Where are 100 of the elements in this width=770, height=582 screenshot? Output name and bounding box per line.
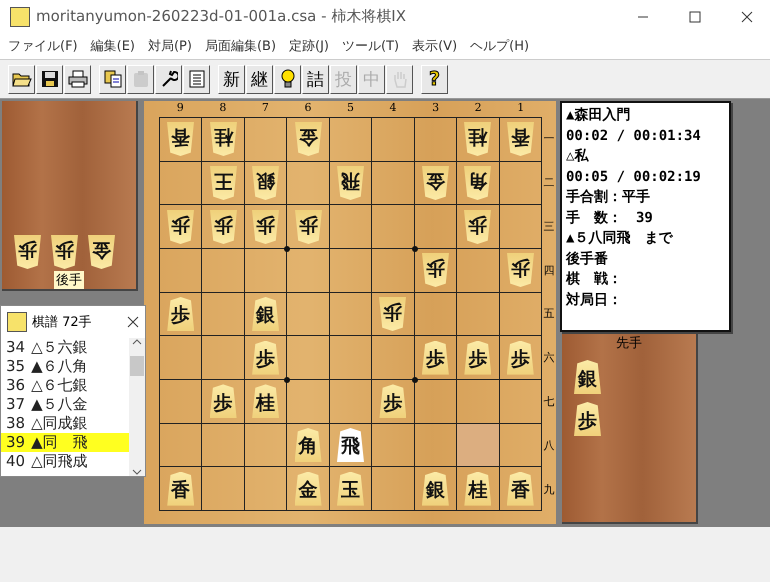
scrollbar[interactable] bbox=[129, 338, 145, 476]
toolbar-button[interactable] bbox=[8, 64, 35, 94]
move-item[interactable]: 35 ▲６八角 bbox=[1, 357, 129, 376]
copy-icon bbox=[104, 70, 122, 88]
shogi-piece[interactable]: 飛 bbox=[336, 428, 364, 462]
shogi-piece[interactable]: 香 bbox=[506, 472, 534, 506]
shogi-piece[interactable]: 歩 bbox=[167, 210, 194, 244]
shogi-piece[interactable]: 歩 bbox=[252, 210, 280, 244]
shogi-piece[interactable]: 金 bbox=[294, 122, 322, 156]
scroll-up-icon[interactable] bbox=[132, 338, 142, 346]
player-label: 後手 bbox=[54, 271, 84, 289]
file-label: 2 bbox=[474, 101, 483, 116]
rank-label: 九 bbox=[542, 482, 556, 497]
star-point-icon bbox=[412, 376, 418, 383]
toolbar-button[interactable] bbox=[183, 64, 210, 94]
shogi-piece[interactable]: 銀 bbox=[422, 472, 449, 506]
info-line: 00:05 / 00:02:19 bbox=[566, 168, 702, 186]
shogi-piece[interactable]: 桂 bbox=[210, 122, 237, 156]
info-line: 後手番 bbox=[566, 250, 609, 268]
shogi-piece[interactable]: 香 bbox=[506, 122, 534, 156]
shogi-piece[interactable]: 歩 bbox=[464, 210, 492, 244]
file-label: 4 bbox=[388, 101, 398, 116]
hand-icon bbox=[392, 70, 408, 88]
light-bulb-icon bbox=[280, 69, 294, 89]
shogi-piece[interactable]: 金 bbox=[422, 166, 449, 200]
info-line: △私 bbox=[566, 147, 590, 166]
shogi-piece[interactable]: 香 bbox=[167, 122, 194, 156]
rank-label: 五 bbox=[542, 306, 556, 322]
menu-item[interactable]: ファイル(F) bbox=[4, 37, 87, 55]
printer-icon bbox=[68, 70, 88, 88]
info-line: 00:02 / 00:01:34 bbox=[566, 126, 702, 146]
menu-item[interactable]: ツール(T) bbox=[338, 37, 408, 55]
shogi-piece[interactable]: 金 bbox=[294, 472, 322, 506]
shogi-piece[interactable]: 銀 bbox=[252, 296, 280, 331]
shogi-piece[interactable]: 歩 bbox=[210, 210, 237, 244]
shogi-piece[interactable]: 歩 bbox=[574, 402, 601, 436]
shogi-piece[interactable]: 香 bbox=[167, 472, 194, 506]
toolbar-button[interactable] bbox=[155, 64, 182, 94]
star-point-icon bbox=[284, 246, 290, 252]
shogi-piece[interactable]: 桂 bbox=[464, 122, 492, 156]
shogi-piece[interactable]: 歩 bbox=[379, 384, 406, 418]
move-item[interactable]: 39 ▲同 飛 bbox=[1, 433, 129, 452]
shogi-piece[interactable]: 飛 bbox=[336, 166, 364, 200]
close-icon[interactable] bbox=[127, 316, 139, 328]
menu-item[interactable]: 編集(E) bbox=[86, 37, 144, 55]
file-label: 1 bbox=[516, 101, 526, 116]
toolbar-button[interactable]: 詰 bbox=[302, 64, 329, 94]
toolbar-button[interactable] bbox=[99, 64, 126, 94]
scroll-down-icon[interactable] bbox=[132, 468, 142, 476]
shogi-piece[interactable]: 玉 bbox=[336, 472, 364, 506]
close-icon[interactable] bbox=[741, 10, 753, 22]
rank-label: 七 bbox=[542, 394, 556, 410]
shogi-piece[interactable]: 角 bbox=[294, 428, 322, 462]
toolbar-button[interactable] bbox=[36, 64, 63, 94]
shogi-piece[interactable]: 歩 bbox=[464, 340, 492, 375]
menu-item[interactable]: 表示(V) bbox=[408, 37, 466, 55]
shogi-piece[interactable]: 歩 bbox=[14, 235, 41, 269]
shogi-piece[interactable]: 王 bbox=[210, 166, 237, 200]
rank-label: 六 bbox=[542, 350, 556, 366]
shogi-piece[interactable]: 歩 bbox=[51, 235, 78, 269]
shogi-piece[interactable]: 歩 bbox=[422, 340, 449, 375]
shogi-piece[interactable]: 歩 bbox=[506, 253, 534, 288]
board-square[interactable] bbox=[457, 424, 500, 468]
scroll-thumb[interactable] bbox=[130, 356, 144, 376]
move-item[interactable]: 36 △６七銀 bbox=[1, 376, 129, 395]
shogi-piece[interactable]: 歩 bbox=[252, 340, 280, 375]
info-line: 手合割：平手 bbox=[566, 188, 651, 207]
shogi-piece[interactable]: 歩 bbox=[210, 384, 237, 418]
menu-item[interactable]: 局面編集(B) bbox=[200, 37, 286, 55]
menu-item[interactable]: 定跡(J) bbox=[285, 37, 338, 55]
toolbar-button[interactable]: 新 bbox=[218, 64, 245, 94]
wrench-icon bbox=[160, 70, 178, 88]
shogi-piece[interactable]: 歩 bbox=[167, 296, 194, 331]
rank-label: 四 bbox=[542, 262, 556, 278]
shogi-piece[interactable]: 桂 bbox=[252, 384, 280, 418]
shogi-piece[interactable]: 歩 bbox=[506, 340, 534, 375]
move-item[interactable]: 40 △同飛成 bbox=[1, 452, 129, 471]
shogi-piece[interactable]: 銀 bbox=[252, 166, 280, 200]
shogi-piece[interactable]: 歩 bbox=[294, 210, 322, 244]
move-item[interactable]: 38 △同成銀 bbox=[1, 414, 129, 433]
toolbar-button[interactable] bbox=[274, 64, 301, 94]
shogi-piece[interactable]: 金 bbox=[88, 235, 115, 269]
shogi-piece[interactable]: 歩 bbox=[379, 296, 406, 331]
shogi-piece[interactable]: 歩 bbox=[422, 253, 449, 288]
info-line: 手 数： 39 bbox=[566, 208, 654, 228]
move-item[interactable]: 37 ▲５八金 bbox=[1, 395, 129, 414]
star-point-icon bbox=[412, 246, 418, 252]
menu-item[interactable]: 対局(P) bbox=[144, 37, 201, 55]
shogi-piece[interactable]: 銀 bbox=[574, 360, 601, 394]
file-label: 5 bbox=[346, 101, 355, 116]
move-item[interactable]: 34 △５六銀 bbox=[1, 338, 129, 357]
shogi-piece[interactable]: 桂 bbox=[464, 472, 492, 506]
clipboard-icon bbox=[132, 70, 150, 88]
toolbar-button[interactable] bbox=[64, 64, 91, 94]
file-label: 8 bbox=[218, 101, 228, 116]
menu-item[interactable]: ヘルプ(H) bbox=[466, 37, 538, 55]
maximize-icon[interactable] bbox=[689, 10, 701, 22]
shogi-piece[interactable]: 角 bbox=[464, 166, 492, 200]
window-title: moritanyumon-260223d-01-001a.csa - 柿木将棋IX bbox=[36, 7, 407, 26]
toolbar-button[interactable]: 継 bbox=[246, 64, 273, 94]
